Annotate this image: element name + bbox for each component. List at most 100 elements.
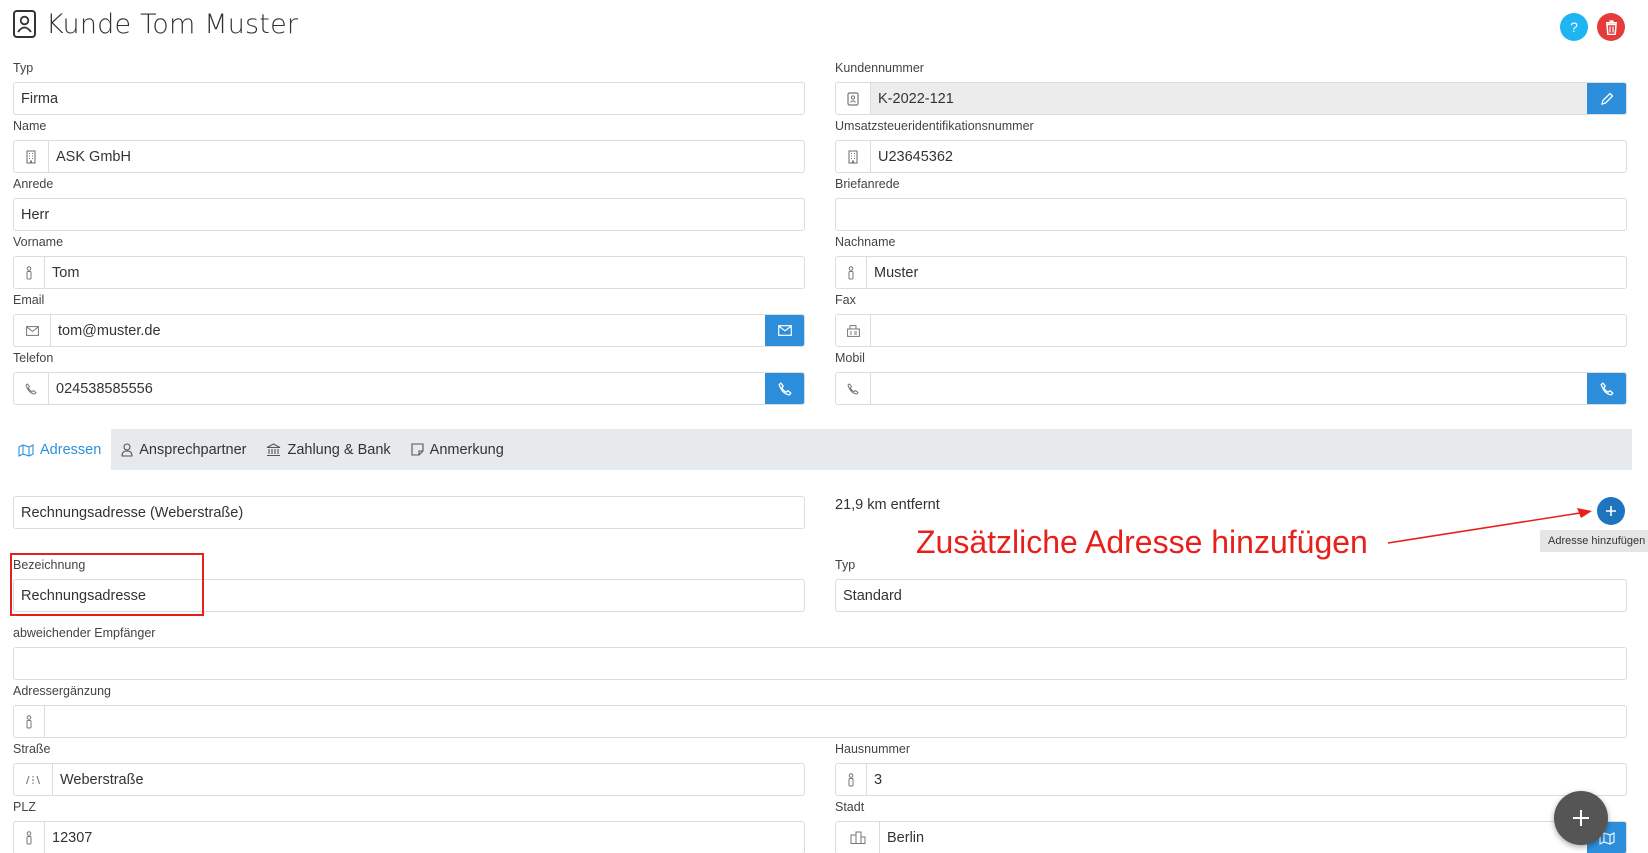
plus-icon bbox=[1606, 506, 1616, 516]
tab-anmerkung-label: Anmerkung bbox=[429, 441, 504, 458]
edit-kundennummer-button[interactable] bbox=[1587, 83, 1626, 114]
typ-value: Firma bbox=[21, 90, 59, 107]
phone-icon bbox=[777, 381, 792, 396]
kundennummer-value: K-2022-121 bbox=[871, 83, 1587, 114]
tab-anmerkung[interactable]: Anmerkung bbox=[401, 429, 514, 470]
trash-icon bbox=[1605, 19, 1617, 35]
ustid-value: U23645362 bbox=[878, 148, 953, 165]
highlight-box bbox=[10, 553, 204, 616]
mobil-input[interactable] bbox=[835, 372, 1627, 405]
hausnummer-input[interactable]: 3 bbox=[835, 763, 1627, 796]
tabs-bar: Adressen Ansprechpartner Zahlung & Bank … bbox=[8, 429, 1632, 470]
anrede-select[interactable]: Herr bbox=[13, 198, 805, 231]
phone-icon bbox=[1599, 381, 1614, 396]
tab-ansprechpartner-label: Ansprechpartner bbox=[139, 441, 247, 458]
empfaenger-value bbox=[14, 648, 1626, 679]
nachname-value: Muster bbox=[874, 264, 919, 281]
strasse-value: Weberstraße bbox=[60, 771, 144, 788]
send-email-button[interactable] bbox=[765, 315, 804, 346]
email-input[interactable]: tom@muster.de bbox=[13, 314, 805, 347]
typ-select[interactable]: Firma bbox=[13, 82, 805, 115]
kundennummer-field: K-2022-121 bbox=[835, 82, 1627, 115]
name-input[interactable]: ASK GmbH bbox=[13, 140, 805, 173]
floating-add-button[interactable] bbox=[1554, 791, 1608, 845]
note-icon bbox=[411, 443, 424, 456]
nachname-input[interactable]: Muster bbox=[835, 256, 1627, 289]
mobil-label: Mobil bbox=[835, 351, 865, 365]
person-icon bbox=[14, 822, 45, 853]
road-icon bbox=[14, 764, 53, 795]
ustid-input[interactable]: U23645362 bbox=[835, 140, 1627, 173]
plz-label: PLZ bbox=[13, 800, 36, 814]
briefanrede-value bbox=[836, 199, 1626, 230]
briefanrede-label: Briefanrede bbox=[835, 177, 900, 191]
annotation-arrow bbox=[1387, 508, 1592, 544]
help-button[interactable]: ? bbox=[1560, 13, 1588, 41]
stadt-input[interactable]: Berlin bbox=[835, 821, 1627, 853]
email-label: Email bbox=[13, 293, 45, 307]
user-icon bbox=[121, 442, 133, 457]
envelope-icon bbox=[14, 315, 51, 346]
fax-input[interactable] bbox=[835, 314, 1627, 347]
annotation-text: Zusätzliche Adresse hinzufügen bbox=[916, 524, 1368, 560]
person-icon bbox=[836, 764, 867, 795]
vorname-input[interactable]: Tom bbox=[13, 256, 805, 289]
plz-input[interactable]: 12307 bbox=[13, 821, 805, 853]
hausnummer-label: Hausnummer bbox=[835, 742, 911, 756]
plus-icon bbox=[1573, 810, 1589, 826]
vorname-label: Vorname bbox=[13, 235, 64, 249]
address-select[interactable]: Rechnungsadresse (Weberstraße) bbox=[13, 496, 805, 529]
kundennummer-label: Kundennummer bbox=[835, 61, 924, 75]
strasse-label: Straße bbox=[13, 742, 51, 756]
stadt-value: Berlin bbox=[887, 829, 925, 846]
help-icon: ? bbox=[1570, 19, 1578, 35]
name-label: Name bbox=[13, 119, 47, 133]
mobil-value bbox=[871, 373, 1587, 404]
call-mobil-button[interactable] bbox=[1587, 373, 1626, 404]
person-icon bbox=[14, 257, 45, 288]
anrede-label: Anrede bbox=[13, 177, 54, 191]
email-value: tom@muster.de bbox=[58, 322, 161, 339]
empfaenger-input[interactable] bbox=[13, 647, 1627, 680]
tab-zahlung-bank[interactable]: Zahlung & Bank bbox=[256, 429, 400, 470]
add-address-button[interactable] bbox=[1597, 497, 1625, 525]
envelope-icon bbox=[777, 325, 792, 336]
contact-card-icon bbox=[12, 9, 38, 39]
tab-ansprechpartner[interactable]: Ansprechpartner bbox=[111, 429, 256, 470]
tab-adressen[interactable]: Adressen bbox=[8, 429, 112, 470]
telefon-value: 024538585556 bbox=[56, 380, 153, 397]
name-value: ASK GmbH bbox=[56, 148, 131, 165]
map-icon bbox=[18, 443, 34, 457]
zusatz-label: Adressergänzung bbox=[13, 684, 111, 698]
typ-label: Typ bbox=[13, 61, 34, 75]
page-header: Kunde Tom Muster bbox=[12, 6, 298, 42]
tab-zahlung-bank-label: Zahlung & Bank bbox=[287, 441, 391, 458]
empfaenger-label: abweichender Empfänger bbox=[13, 626, 156, 640]
fax-icon bbox=[836, 315, 871, 346]
page-title: Kunde Tom Muster bbox=[46, 8, 299, 40]
telefon-input[interactable]: 024538585556 bbox=[13, 372, 805, 405]
phone-icon bbox=[14, 373, 49, 404]
city-icon bbox=[836, 822, 880, 853]
strasse-input[interactable]: Weberstraße bbox=[13, 763, 805, 796]
fax-label: Fax bbox=[835, 293, 856, 307]
vorname-value: Tom bbox=[52, 264, 80, 281]
id-card-icon bbox=[836, 83, 871, 114]
call-telefon-button[interactable] bbox=[765, 373, 804, 404]
hausnummer-value: 3 bbox=[874, 771, 883, 788]
anrede-value: Herr bbox=[21, 206, 50, 223]
building-icon bbox=[14, 141, 49, 172]
zusatz-value bbox=[45, 706, 1626, 737]
address-select-value: Rechnungsadresse (Weberstraße) bbox=[21, 504, 244, 521]
address-typ-select[interactable]: Standard bbox=[835, 579, 1627, 612]
building-icon bbox=[836, 141, 871, 172]
tab-adressen-label: Adressen bbox=[40, 441, 102, 458]
nachname-label: Nachname bbox=[835, 235, 896, 249]
briefanrede-input[interactable] bbox=[835, 198, 1627, 231]
telefon-label: Telefon bbox=[13, 351, 54, 365]
address-distance: 21,9 km entfernt bbox=[835, 497, 940, 513]
plz-value: 12307 bbox=[52, 829, 93, 846]
address-typ-value: Standard bbox=[843, 587, 902, 604]
zusatz-input[interactable] bbox=[13, 705, 1627, 738]
delete-button[interactable] bbox=[1597, 13, 1625, 41]
